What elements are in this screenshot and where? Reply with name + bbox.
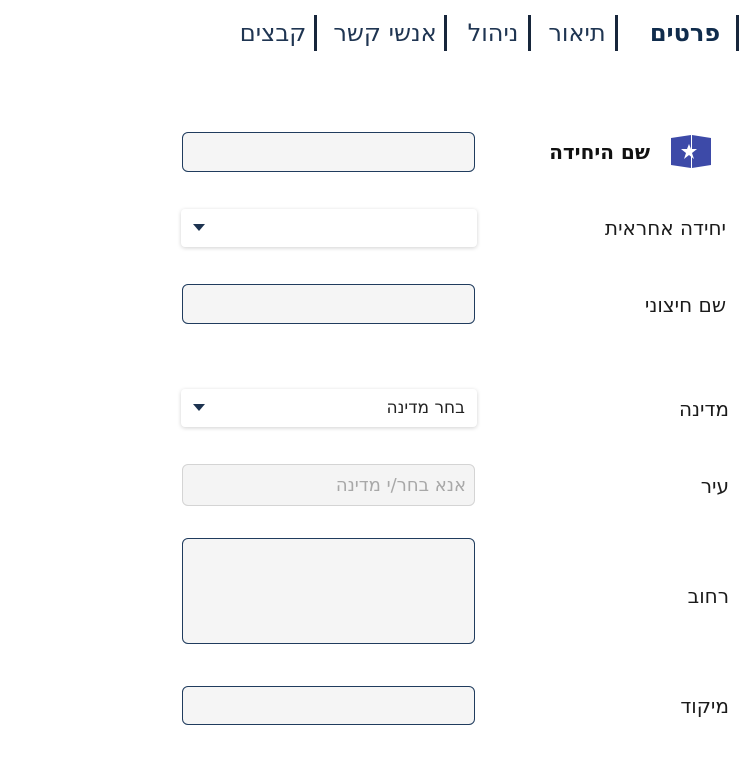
responsible-unit-select[interactable] [181, 209, 477, 247]
tab-files[interactable]: קבצים [234, 14, 312, 52]
country-value: בחר מדינה [386, 398, 465, 418]
country-select[interactable]: בחר מדינה [181, 389, 477, 427]
tab-separator [736, 15, 739, 51]
street-textarea[interactable] [182, 538, 475, 644]
chevron-down-icon [193, 224, 205, 231]
external-name-label: שם חיצוני [644, 293, 726, 317]
country-label: מדינה [678, 397, 729, 421]
tab-separator [444, 15, 447, 51]
unit-name-input[interactable] [182, 132, 475, 172]
tab-contacts[interactable]: אנשי קשר [327, 14, 443, 52]
tab-management[interactable]: ניהול [459, 14, 527, 52]
tab-bar: פרטים תיאור ניהול אנשי קשר קבצים [0, 14, 753, 52]
city-input[interactable]: אנא בחר/י מדינה [182, 464, 475, 506]
responsible-unit-label: יחידה אחראית [604, 216, 726, 240]
chevron-down-icon [193, 404, 205, 411]
tab-separator [615, 15, 618, 51]
tab-separator [314, 15, 317, 51]
city-label: עיר [700, 474, 729, 498]
tab-separator [528, 15, 531, 51]
zip-input[interactable] [182, 686, 475, 725]
tab-details[interactable]: פרטים [636, 14, 734, 52]
unit-name-label: שם היחידה [549, 140, 650, 164]
zip-label: מיקוד [680, 694, 729, 718]
external-name-input[interactable] [182, 284, 475, 324]
tab-description[interactable]: תיאור [541, 14, 613, 52]
street-label: רחוב [687, 584, 729, 608]
city-placeholder: אנא בחר/י מדינה [335, 475, 466, 496]
unit-logo-icon [671, 135, 711, 168]
